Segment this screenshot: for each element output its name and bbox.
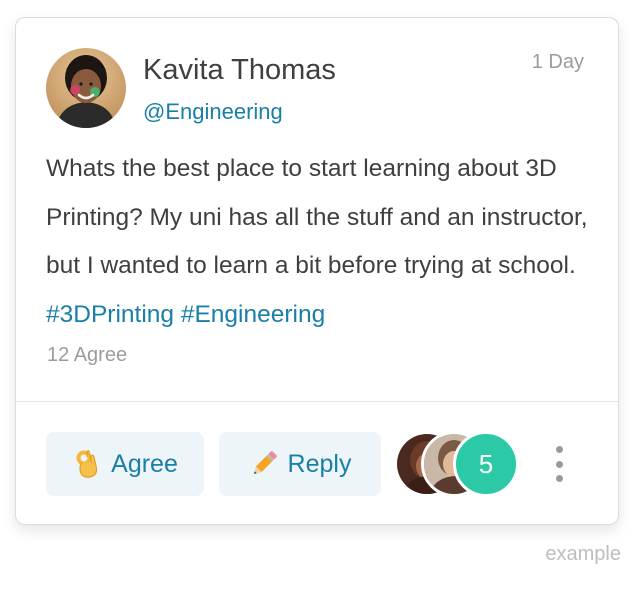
author-name[interactable]: Kavita Thomas <box>143 54 336 87</box>
reply-button[interactable]: Reply <box>219 432 381 496</box>
post-card: Kavita Thomas @Engineering 1 Day Whats t… <box>15 17 619 525</box>
kebab-dot <box>555 460 563 468</box>
agree-button-label: Agree <box>111 449 178 478</box>
more-options-icon[interactable] <box>549 446 569 482</box>
example-watermark: example <box>545 543 621 565</box>
hashtag-engineering[interactable]: #Engineering <box>181 301 325 328</box>
pencil-icon <box>253 451 277 474</box>
more-participants-badge[interactable]: 5 <box>453 431 519 497</box>
kebab-dot <box>555 475 563 482</box>
author-handle-link[interactable]: @Engineering <box>143 99 283 125</box>
ok-hand-icon <box>76 450 98 478</box>
author-avatar-image <box>46 48 126 128</box>
divider <box>16 401 618 402</box>
reply-button-label: Reply <box>287 449 352 478</box>
hashtag-3dprinting[interactable]: #3DPrinting <box>46 301 174 328</box>
author-avatar[interactable] <box>46 48 126 128</box>
agree-button[interactable]: Agree <box>46 432 204 496</box>
kebab-dot <box>555 446 563 453</box>
post-body: Whats the best place to start learning a… <box>46 145 606 339</box>
post-body-text: Whats the best place to start learning a… <box>46 155 588 279</box>
agree-count: 12 Agree <box>47 344 128 366</box>
post-timestamp: 1 Day <box>531 51 584 73</box>
